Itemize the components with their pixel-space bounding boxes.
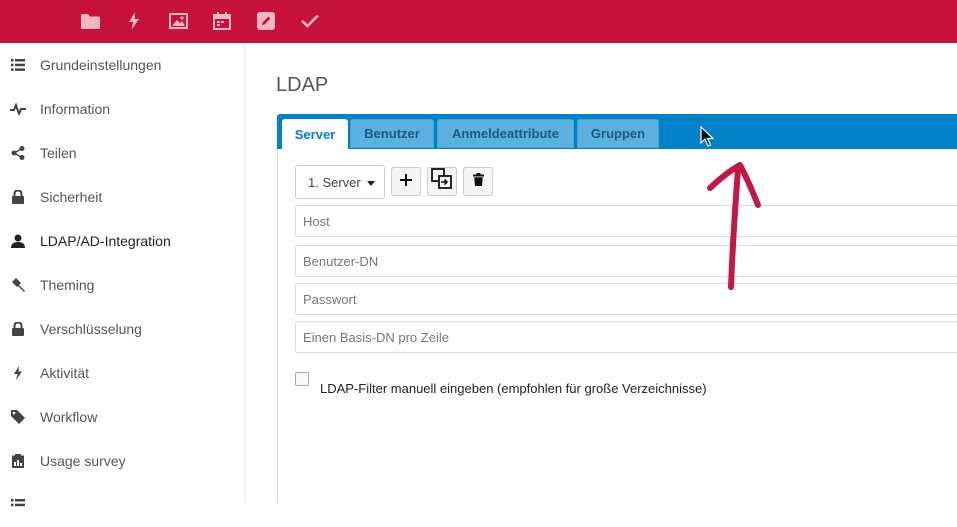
gallery-icon[interactable] [168,11,188,31]
sidebar-item-aktivitaet[interactable]: Aktivität [0,351,245,395]
password-input[interactable] [295,283,957,315]
sidebar-item-label: Usage survey [40,453,126,469]
sidebar-item-label: Teilen [40,145,77,161]
sidebar-item-information[interactable]: Information [0,87,245,131]
ldap-filter-checkbox[interactable] [295,372,309,386]
server-select[interactable]: 1. Server [295,165,385,199]
sidebar-item-theming[interactable]: Theming [0,263,245,307]
copy-server-button[interactable] [427,167,457,196]
trash-icon [472,172,484,191]
sidebar-item-more[interactable] [0,483,245,527]
sidebar-item-teilen[interactable]: Teilen [0,131,245,175]
tasks-icon[interactable] [300,11,320,31]
brush-icon [10,277,26,293]
annotation-arrow [707,162,761,290]
copy-icon [431,168,453,195]
list-icon [10,57,26,73]
tab-gruppen[interactable]: Gruppen [577,119,659,148]
chevron-down-icon [367,181,375,186]
sidebar-item-label: Grundeinstellungen [40,57,162,73]
activity-icon[interactable] [124,11,144,31]
sidebar-item-label: Aktivität [40,365,90,381]
ldap-filter-label[interactable]: LDAP-Filter manuell eingeben (empfohlen … [320,381,707,396]
user-dn-input[interactable] [295,245,957,277]
user-icon [10,233,26,249]
sidebar-item-label: Information [40,101,111,117]
sidebar-item-usage-survey[interactable]: Usage survey [0,439,245,483]
delete-server-button[interactable] [463,167,493,196]
host-input[interactable] [295,205,957,237]
base-dn-input[interactable] [295,321,957,353]
plus-icon [400,173,412,191]
notes-icon[interactable] [256,11,276,31]
survey-icon [10,453,26,469]
tab-benutzer[interactable]: Benutzer [350,119,434,148]
sidebar-item-label: Workflow [40,409,98,425]
share-icon [10,145,26,161]
tab-server[interactable]: Server [282,119,348,149]
sidebar-item-label: Theming [40,277,95,293]
sidebar-item-verschluesselung[interactable]: Verschlüsselung [0,307,245,351]
page-title: LDAP [276,74,329,96]
lock-icon [10,189,26,205]
sidebar-item-ldap[interactable]: LDAP/AD-Integration [0,219,245,263]
add-server-button[interactable] [391,167,421,196]
list-icon [10,497,26,513]
calendar-icon[interactable] [212,11,232,31]
files-icon[interactable] [80,11,100,31]
pulse-icon [10,101,26,117]
sidebar-item-grundeinstellungen[interactable]: Grundeinstellungen [0,43,245,87]
server-select-value: 1. Server [308,174,361,190]
lock-icon [10,321,26,337]
mouse-cursor [700,126,714,147]
ldap-tab-bar: Server Benutzer Anmeldeattribute Gruppen [277,114,957,149]
settings-sidebar: Grundeinstellungen Information Teilen Si… [0,43,245,507]
sidebar-item-sicherheit[interactable]: Sicherheit [0,175,245,219]
tag-icon [10,409,26,425]
tab-anmeldeattribute[interactable]: Anmeldeattribute [437,119,574,148]
top-navigation-bar [0,0,957,43]
sidebar-item-label: LDAP/AD-Integration [40,233,171,249]
lightning-icon [10,365,26,381]
sidebar-item-label: Sicherheit [40,189,103,205]
sidebar-item-workflow[interactable]: Workflow [0,395,245,439]
sidebar-item-label: Verschlüsselung [40,321,142,337]
